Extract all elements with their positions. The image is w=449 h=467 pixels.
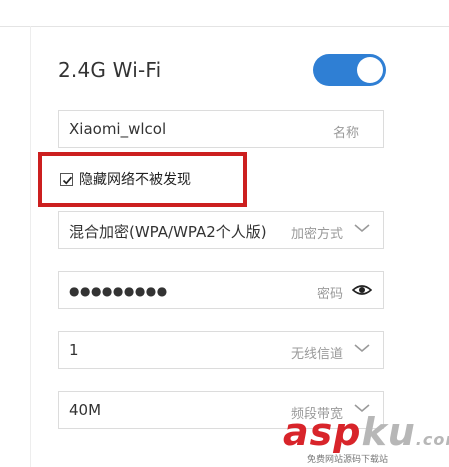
- encryption-value: 混合加密(WPA/WPA2个人版): [69, 223, 267, 241]
- password-value: ●●●●●●●●●: [69, 284, 168, 298]
- watermark-subtitle: 免费网站源码下载站: [307, 455, 389, 465]
- watermark-logo-red: asp: [283, 410, 362, 454]
- password-label: 密码: [316, 287, 343, 302]
- left-divider: [30, 26, 31, 467]
- bandwidth-value: 40M: [69, 401, 102, 419]
- watermark-logo-gray: ku: [361, 410, 416, 454]
- channel-label: 无线信道: [290, 347, 343, 362]
- channel-select[interactable]: 1 无线信道: [58, 331, 384, 369]
- wifi-name-label: 名称: [332, 126, 359, 141]
- top-divider: [0, 26, 449, 27]
- wifi-title: 2.4G Wi-Fi: [58, 58, 162, 82]
- checkbox-icon[interactable]: [60, 172, 73, 186]
- wifi-toggle[interactable]: [313, 54, 386, 86]
- encryption-select[interactable]: 混合加密(WPA/WPA2个人版) 加密方式: [58, 211, 384, 249]
- wifi-name-field[interactable]: Xiaomi_wlcol 名称: [58, 110, 384, 148]
- chevron-down-icon: [354, 224, 370, 233]
- hide-network-checkbox[interactable]: 隐藏网络不被发现: [60, 170, 191, 188]
- password-field[interactable]: ●●●●●●●●● 密码: [58, 271, 384, 309]
- hide-network-label: 隐藏网络不被发现: [79, 172, 191, 188]
- toggle-knob: [357, 57, 383, 83]
- wifi-name-value: Xiaomi_wlcol: [69, 120, 167, 138]
- aspku-watermark: aspku.com 免费网站源码下载站: [283, 410, 449, 467]
- channel-value: 1: [69, 341, 79, 359]
- eye-icon[interactable]: [352, 283, 372, 297]
- encryption-label: 加密方式: [290, 227, 343, 242]
- watermark-logo-suffix: .com: [415, 430, 449, 449]
- chevron-down-icon: [354, 344, 370, 353]
